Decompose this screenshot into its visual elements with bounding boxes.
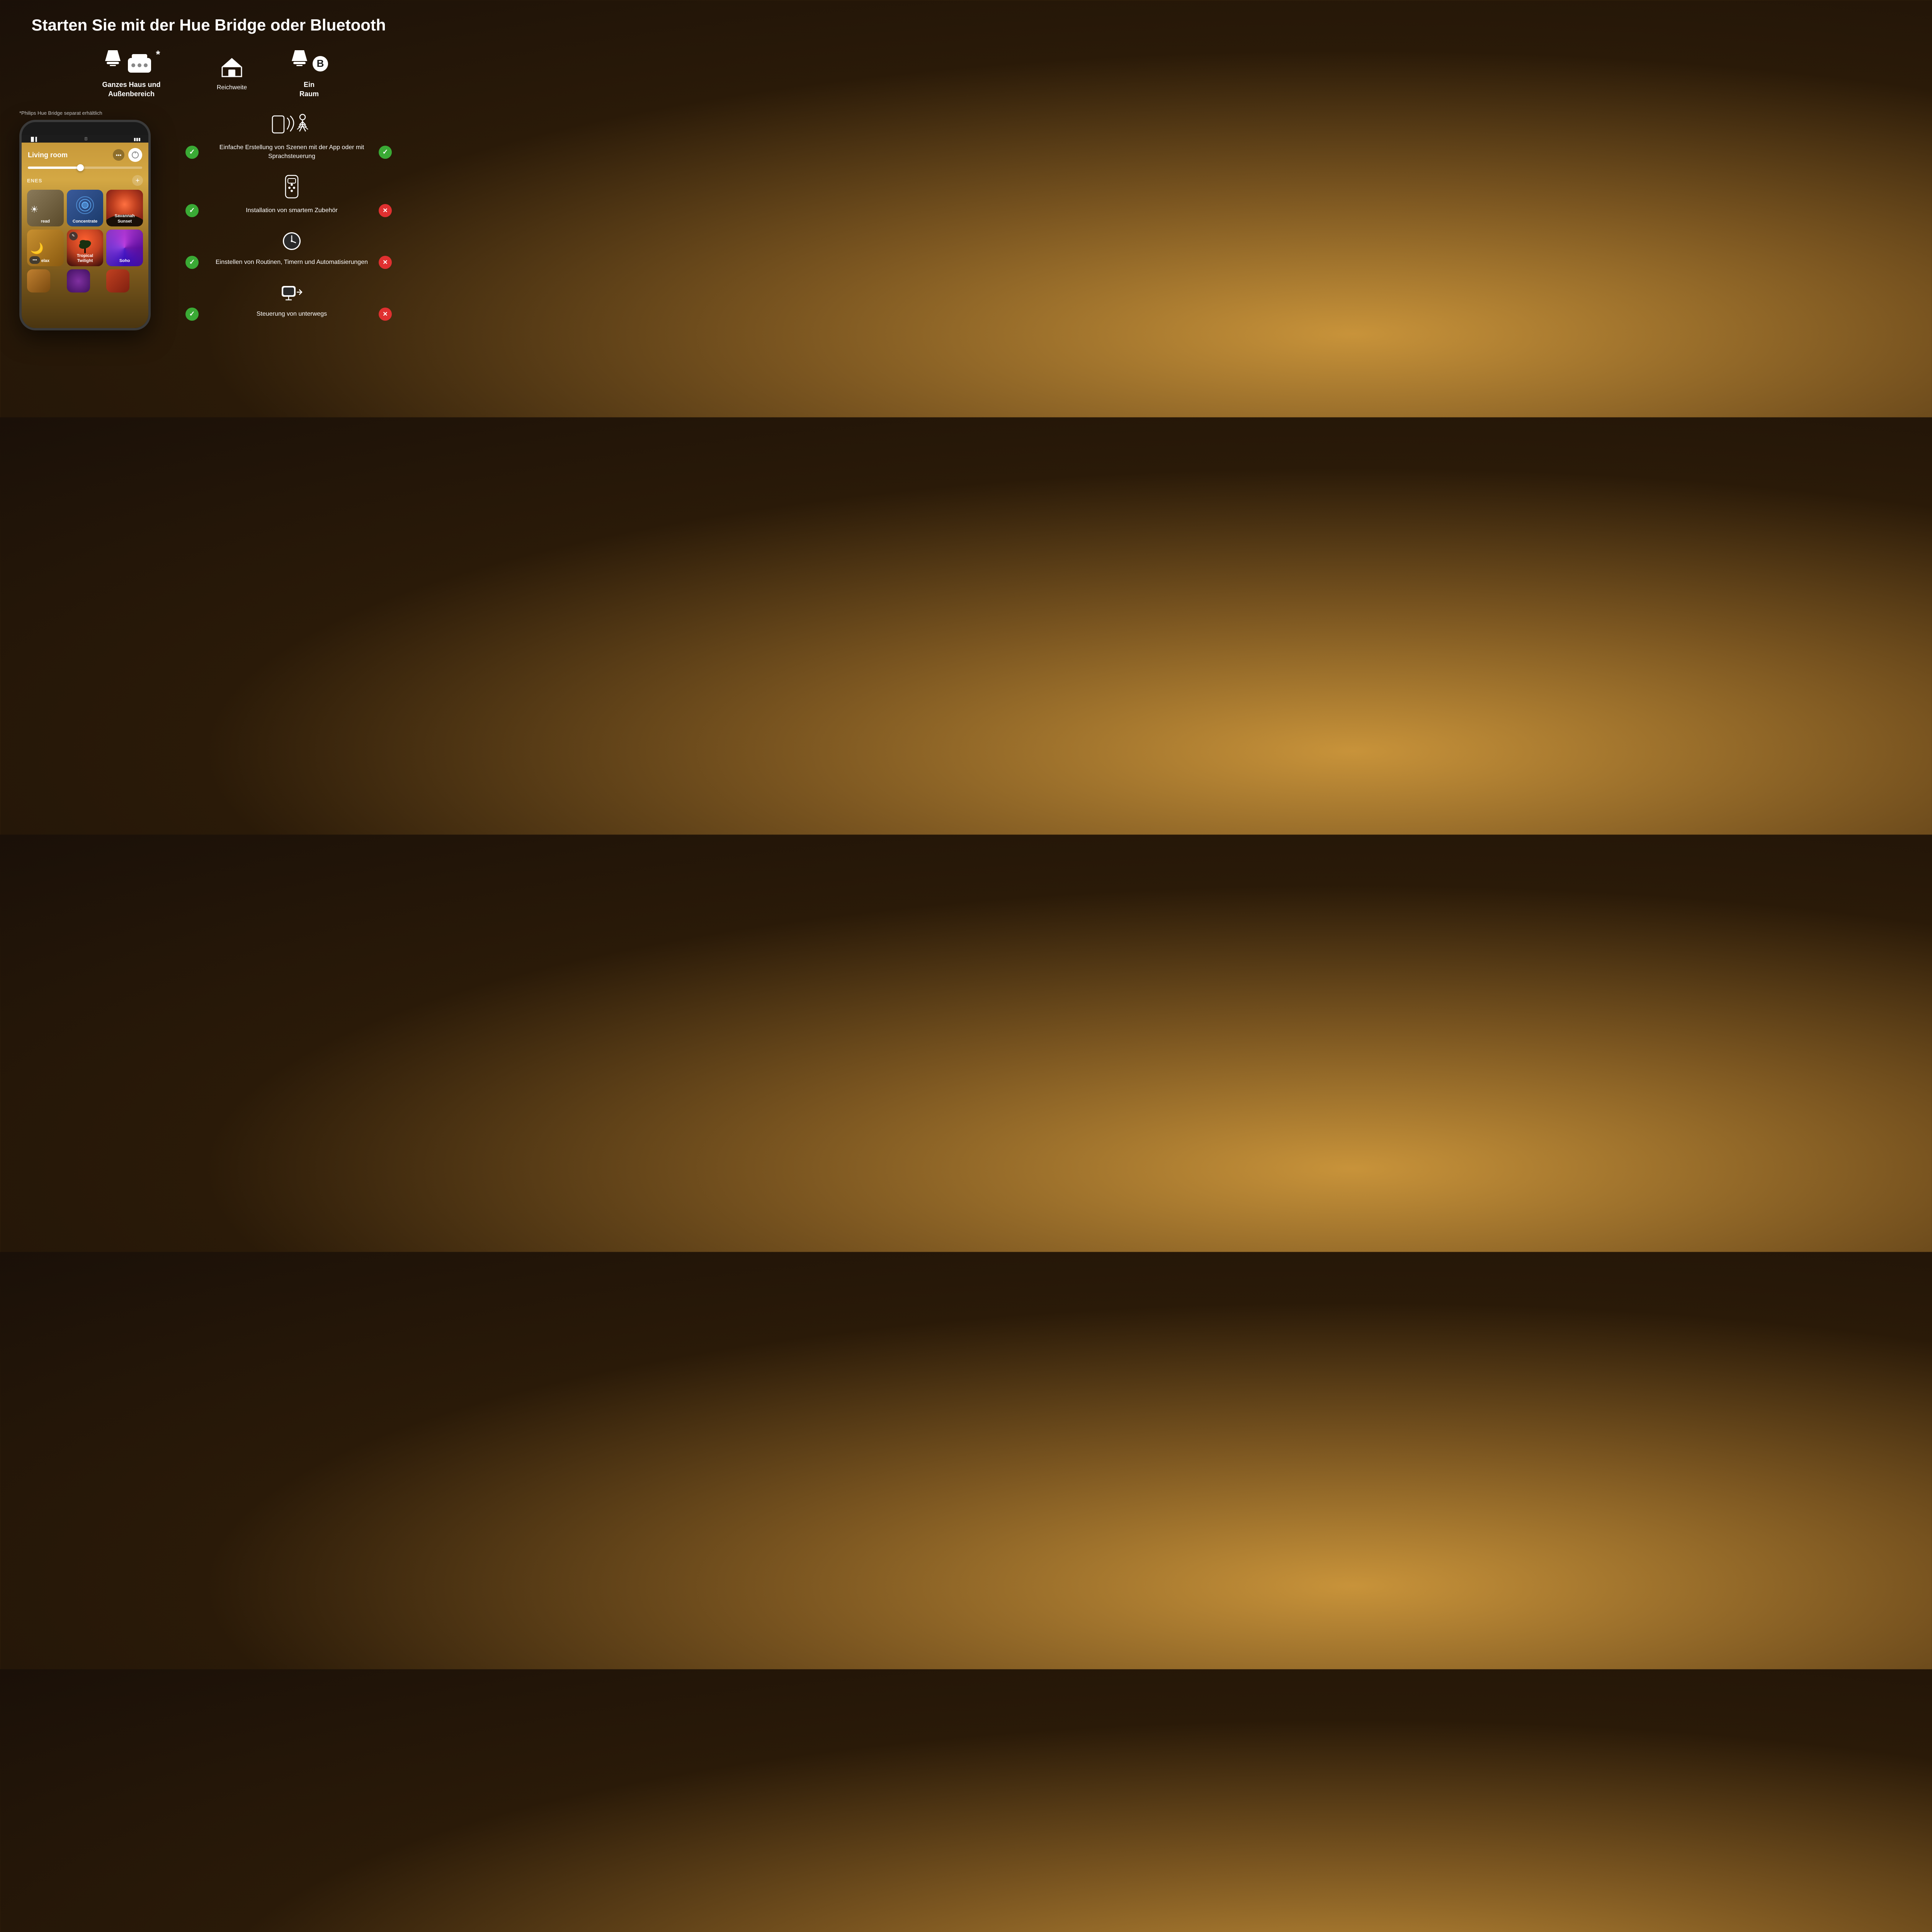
home-icon — [221, 58, 242, 82]
scenes-add-button[interactable]: + — [132, 175, 143, 186]
feature-routines-center: Einstellen von Routinen, Timern und Auto… — [209, 258, 375, 267]
clock-icon — [282, 231, 302, 251]
phone-container: *Philips Hue Bridge separat erhältlich ▐… — [19, 110, 174, 330]
brightness-slider[interactable] — [22, 165, 148, 173]
phone-room-icons: ••• — [113, 148, 142, 162]
bridge-label: Ganzes Haus und Außenbereich — [102, 80, 160, 99]
phone-frame: ▐▌▌ ⍐ ▮▮▮ Living room ••• — [19, 120, 151, 330]
content-area: *Philips Hue Bridge separat erhältlich ▐… — [19, 110, 398, 335]
bridge-icons: * — [103, 50, 160, 77]
slider-thumb — [77, 164, 84, 171]
scenes-label: ENES — [27, 178, 42, 184]
scenes-section: ENES + ☀ read — [22, 173, 148, 267]
read-label: read — [27, 217, 64, 226]
phone-menu-button[interactable]: ••• — [113, 149, 124, 161]
remote-access-icon-row — [185, 283, 398, 303]
relax-icon: 🌙 — [27, 238, 64, 256]
bluetooth-icons: B — [289, 50, 329, 77]
phone-status-bar: ▐▌▌ ⍐ ▮▮▮ — [22, 135, 148, 143]
remote-bridge-check — [185, 308, 199, 321]
concentrate-label: Concentrate — [67, 217, 104, 226]
slider-track — [28, 167, 142, 169]
slider-fill — [28, 167, 79, 169]
tropical-edit-badge[interactable]: ✎ — [69, 232, 78, 240]
palm-tree-icon — [77, 238, 93, 253]
feature-scenes-text: Einfache Erstellung von Szenen mit der A… — [209, 143, 375, 161]
remote-access-icon — [281, 283, 303, 303]
phone-notch — [62, 125, 108, 135]
bottom-scenes-grid — [27, 269, 143, 293]
scenes-grid-row1: ☀ read — [27, 190, 143, 226]
scenes-header: ENES + — [27, 175, 143, 186]
phone-room-header: Living room ••• — [22, 143, 148, 165]
phone-screen: Living room ••• — [22, 143, 148, 328]
accessories-bluetooth-x — [379, 204, 392, 217]
wifi-indicator: ⍐ — [85, 137, 87, 142]
svg-text:B: B — [317, 58, 324, 69]
scene-savannah[interactable]: Savannah Sunset — [106, 190, 143, 226]
feature-scenes-row: Einfache Erstellung von Szenen mit der A… — [185, 143, 398, 161]
soho-label: Soho — [106, 256, 143, 266]
scene-concentrate[interactable]: Concentrate — [67, 190, 104, 226]
spotlight-icon — [103, 50, 123, 77]
signal-indicator: ▐▌▌ — [29, 137, 38, 142]
battery-indicator: ▮▮▮ — [134, 137, 141, 142]
savannah-label: Savannah Sunset — [106, 211, 143, 226]
phone-toggle-button[interactable] — [128, 148, 142, 162]
bluetooth-icon: B — [312, 52, 329, 75]
remote-bluetooth-x — [379, 308, 392, 321]
feature-routines-text: Einstellen von Routinen, Timern und Auto… — [216, 258, 368, 267]
concentrate-rings — [75, 196, 95, 215]
read-icon: ☀ — [27, 200, 64, 217]
feature-scenes-center: Einfache Erstellung von Szenen mit der A… — [209, 143, 375, 161]
bottom-scene-2[interactable] — [67, 269, 90, 293]
range-label: Reichweite — [217, 84, 247, 91]
scene-read[interactable]: ☀ read — [27, 190, 64, 226]
nfc-icon-row — [185, 110, 398, 137]
feature-remote-text: Steuerung von unterwegs — [257, 310, 327, 318]
feature-remote-row: Steuerung von unterwegs — [185, 308, 398, 321]
spotlight-icon-2 — [289, 50, 310, 77]
bluetooth-label: Ein Raum — [299, 80, 319, 99]
bottom-scene-3[interactable] — [106, 269, 129, 293]
feature-accessories-center: Installation von smartem Zubehör — [209, 206, 375, 215]
scenes-bluetooth-check — [379, 146, 392, 159]
clock-icon-row — [185, 231, 398, 251]
feature-routines-row: Einstellen von Routinen, Timern und Auto… — [185, 256, 398, 269]
phone-bottom-row — [22, 268, 148, 296]
hue-bridge-icon — [126, 50, 153, 77]
main-container: Starten Sie mit der Hue Bridge oder Blue… — [0, 0, 417, 417]
scenes-bridge-check — [185, 146, 199, 159]
page-title: Starten Sie mit der Hue Bridge oder Blue… — [19, 15, 398, 35]
footnote-label: *Philips Hue Bridge separat erhältlich — [19, 110, 174, 116]
tropical-label: Tropical Twilight — [67, 251, 104, 266]
phone-room-title: Living room — [28, 151, 68, 159]
features-column: Einfache Erstellung von Szenen mit der A… — [174, 110, 398, 335]
bluetooth-column: B Ein Raum — [270, 50, 348, 99]
range-column: Reichweite — [193, 58, 270, 91]
scenes-grid-row2: ••• 🌙 elax — [27, 230, 143, 266]
nfc-icons — [269, 110, 315, 137]
top-section: * Ganzes Haus und Außenbereich Reichweit… — [19, 50, 398, 99]
accessories-bridge-check — [185, 204, 199, 217]
routines-bridge-check — [185, 256, 199, 269]
feature-accessories-text: Installation von smartem Zubehör — [246, 206, 337, 215]
bridge-column: * Ganzes Haus und Außenbereich — [70, 50, 193, 99]
scene-tropical[interactable]: ✎ Tropical Twilight — [67, 230, 104, 266]
feature-accessories-row: Installation von smartem Zubehör — [185, 204, 398, 217]
scene-soho[interactable]: Soho — [106, 230, 143, 266]
remote-icon — [282, 175, 301, 199]
routines-bluetooth-x — [379, 256, 392, 269]
feature-remote-center: Steuerung von unterwegs — [209, 310, 375, 318]
relax-more[interactable]: ••• — [29, 256, 40, 264]
bridge-asterisk: * — [156, 48, 160, 61]
bottom-scene-1[interactable] — [27, 269, 50, 293]
scene-relax[interactable]: ••• 🌙 elax — [27, 230, 64, 266]
remote-icon-row — [185, 175, 398, 199]
